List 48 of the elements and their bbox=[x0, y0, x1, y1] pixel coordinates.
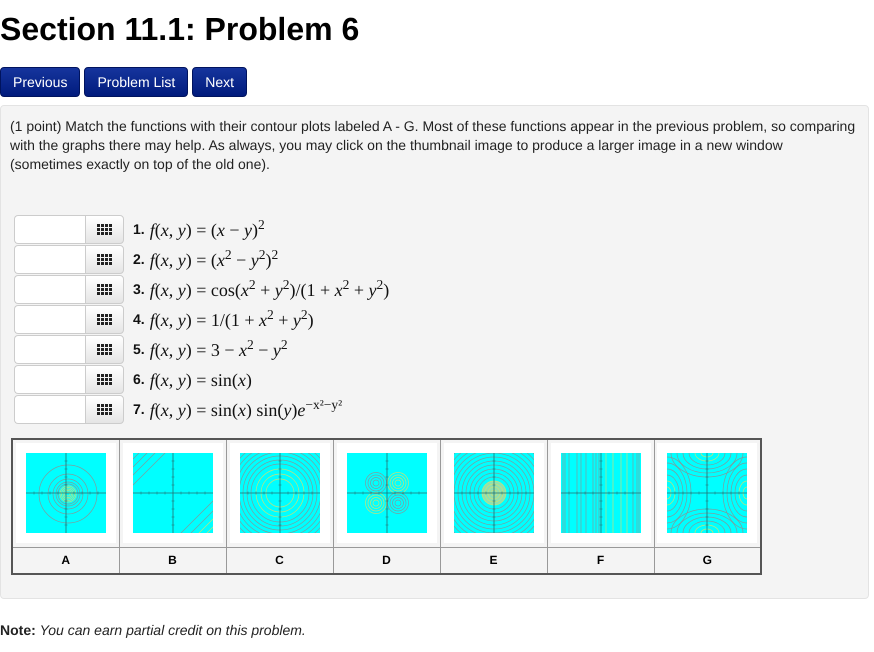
contour-plot-drawing[interactable] bbox=[122, 443, 222, 544]
grid-menu-button[interactable] bbox=[85, 245, 124, 274]
contour-plot-drawing[interactable] bbox=[550, 443, 650, 544]
grid-menu-button[interactable] bbox=[85, 215, 124, 244]
formula: f(x, y) = 3 − x$^{2}$ − y$^{2}$ bbox=[150, 338, 288, 362]
grid-icon bbox=[97, 404, 112, 415]
nav-button[interactable]: Previous bbox=[0, 67, 80, 97]
item-number: 6. bbox=[133, 370, 145, 389]
nav-button[interactable]: Problem List bbox=[84, 67, 188, 97]
note-text: Note: You can earn partial credit on this problem. bbox=[0, 621, 306, 640]
grid-menu-button[interactable] bbox=[85, 305, 124, 334]
item-number: 2. bbox=[133, 250, 145, 269]
grid-icon bbox=[97, 224, 112, 235]
answer-input[interactable] bbox=[14, 395, 85, 424]
contour-plot-drawing[interactable] bbox=[230, 443, 330, 544]
page-title: Section 11.1: Problem 6 bbox=[0, 10, 360, 49]
answer-input[interactable] bbox=[14, 275, 85, 304]
formula: f(x, y) = (x$^{2}$ − y$^{2}$)$^{2}$ bbox=[150, 248, 278, 272]
grid-icon bbox=[97, 314, 112, 325]
answer-input[interactable] bbox=[14, 245, 85, 274]
contour-plot-drawing[interactable] bbox=[16, 443, 116, 544]
grid-menu-button[interactable] bbox=[85, 365, 124, 394]
grid-icon bbox=[97, 374, 112, 385]
item-number: 1. bbox=[133, 220, 145, 239]
grid-menu-button[interactable] bbox=[85, 395, 124, 424]
answer-input[interactable] bbox=[14, 215, 85, 244]
formula: f(x, y) = cos(x$^{2}$ + y$^{2}$)/(1 + x$^{2}$ + y$^{2}$) bbox=[150, 278, 390, 302]
formula: f(x, y) = 1/(1 + x$^{2}$ + y$^{2}$) bbox=[150, 308, 314, 332]
formula: f(x, y) = (x − y)$^{2}$ bbox=[150, 218, 265, 242]
item-number: 5. bbox=[133, 340, 145, 359]
answer-input[interactable] bbox=[14, 335, 85, 364]
grid-icon bbox=[97, 284, 112, 295]
answer-input[interactable] bbox=[14, 365, 85, 394]
grid-menu-button[interactable] bbox=[85, 275, 124, 304]
item-number: 4. bbox=[133, 310, 145, 329]
contour-plot-drawing[interactable] bbox=[336, 443, 436, 544]
nav-button[interactable]: Next bbox=[192, 67, 248, 97]
formula: f(x, y) = sin(x) sin(y)e$^{−x²−y²}$ bbox=[150, 398, 342, 422]
contour-plot-drawing[interactable] bbox=[657, 443, 758, 544]
problem-text: (1 point) Match the functions with their contour plots labeled A - G. Most of these functions appear in the previous problem, so comparing with the graphs there may help. As always, you may click on the thumbnail image to produce a larger image in a new window (sometimes exactly on top of the old one). bbox=[10, 117, 856, 174]
item-number: 7. bbox=[133, 400, 145, 419]
grid-menu-button[interactable] bbox=[85, 335, 124, 364]
answer-input[interactable] bbox=[14, 305, 85, 334]
grid-icon bbox=[97, 254, 112, 265]
item-number: 3. bbox=[133, 280, 145, 299]
contour-plot-drawing[interactable] bbox=[444, 443, 544, 544]
grid-icon bbox=[97, 344, 112, 355]
formula: f(x, y) = sin(x) bbox=[150, 368, 252, 392]
